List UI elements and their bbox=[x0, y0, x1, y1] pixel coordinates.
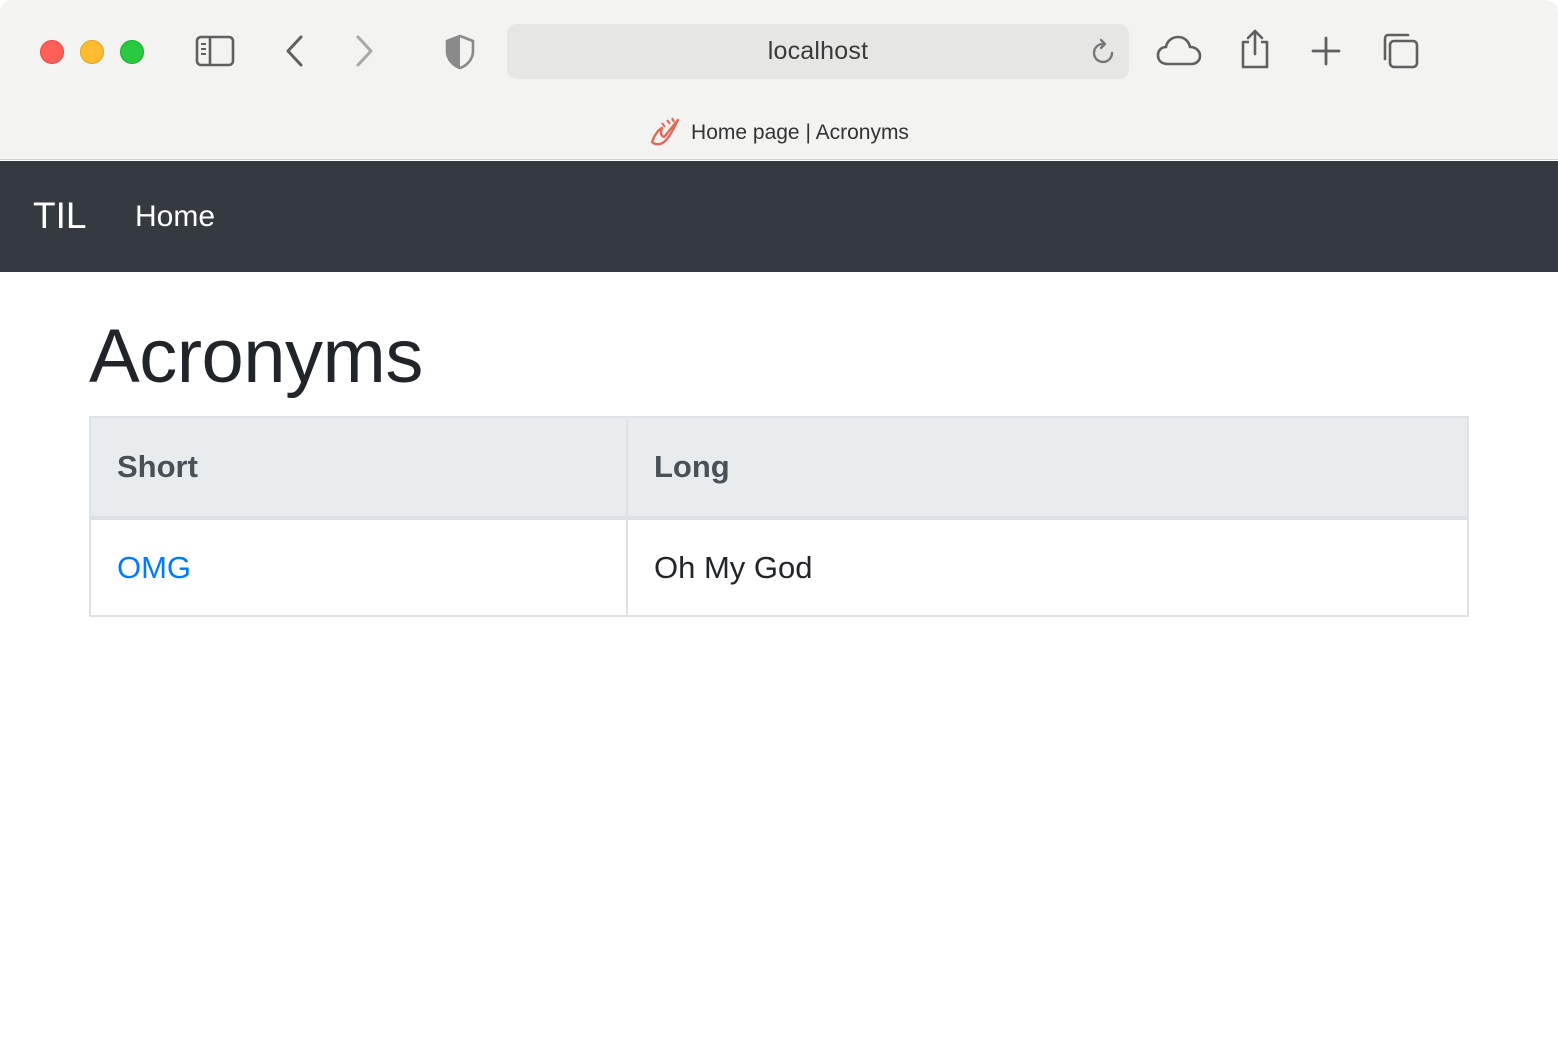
sidebar-toggle-icon[interactable] bbox=[195, 34, 235, 68]
acronym-link[interactable]: OMG bbox=[117, 550, 191, 585]
favicon-icon bbox=[649, 116, 681, 151]
minimize-window-button[interactable] bbox=[80, 40, 104, 64]
navbar-brand[interactable]: TIL bbox=[33, 195, 86, 237]
column-header-short: Short bbox=[89, 416, 628, 520]
browser-toolbar: localhost Home page | Acronyms bbox=[0, 0, 1558, 160]
back-icon[interactable] bbox=[283, 34, 307, 68]
table-cell-short: OMG bbox=[89, 517, 628, 617]
tab-overview-icon[interactable] bbox=[1381, 32, 1421, 70]
address-text: localhost bbox=[767, 37, 869, 65]
nav-link-home[interactable]: Home bbox=[135, 199, 215, 235]
tab-title: Home page | Acronyms bbox=[691, 121, 909, 144]
reload-icon[interactable] bbox=[1091, 38, 1117, 71]
close-window-button[interactable] bbox=[40, 40, 64, 64]
zoom-window-button[interactable] bbox=[120, 40, 144, 64]
forward-icon[interactable] bbox=[352, 34, 376, 68]
page-title: Acronyms bbox=[89, 314, 423, 399]
privacy-shield-icon[interactable] bbox=[444, 33, 476, 71]
table-row: OMG Oh My God bbox=[89, 517, 1469, 617]
icloud-tabs-icon[interactable] bbox=[1156, 34, 1202, 68]
share-icon[interactable] bbox=[1238, 28, 1272, 70]
table-cell-long: Oh My God bbox=[626, 517, 1469, 617]
new-tab-icon[interactable] bbox=[1310, 35, 1342, 67]
navbar: TIL Home bbox=[0, 161, 1558, 272]
column-header-long: Long bbox=[626, 416, 1469, 520]
table-header-row: Short Long bbox=[89, 416, 1469, 520]
acronyms-table: Short Long OMG Oh My God bbox=[89, 416, 1469, 617]
active-tab[interactable]: Home page | Acronyms bbox=[0, 112, 1558, 154]
address-bar[interactable]: localhost bbox=[507, 24, 1129, 79]
